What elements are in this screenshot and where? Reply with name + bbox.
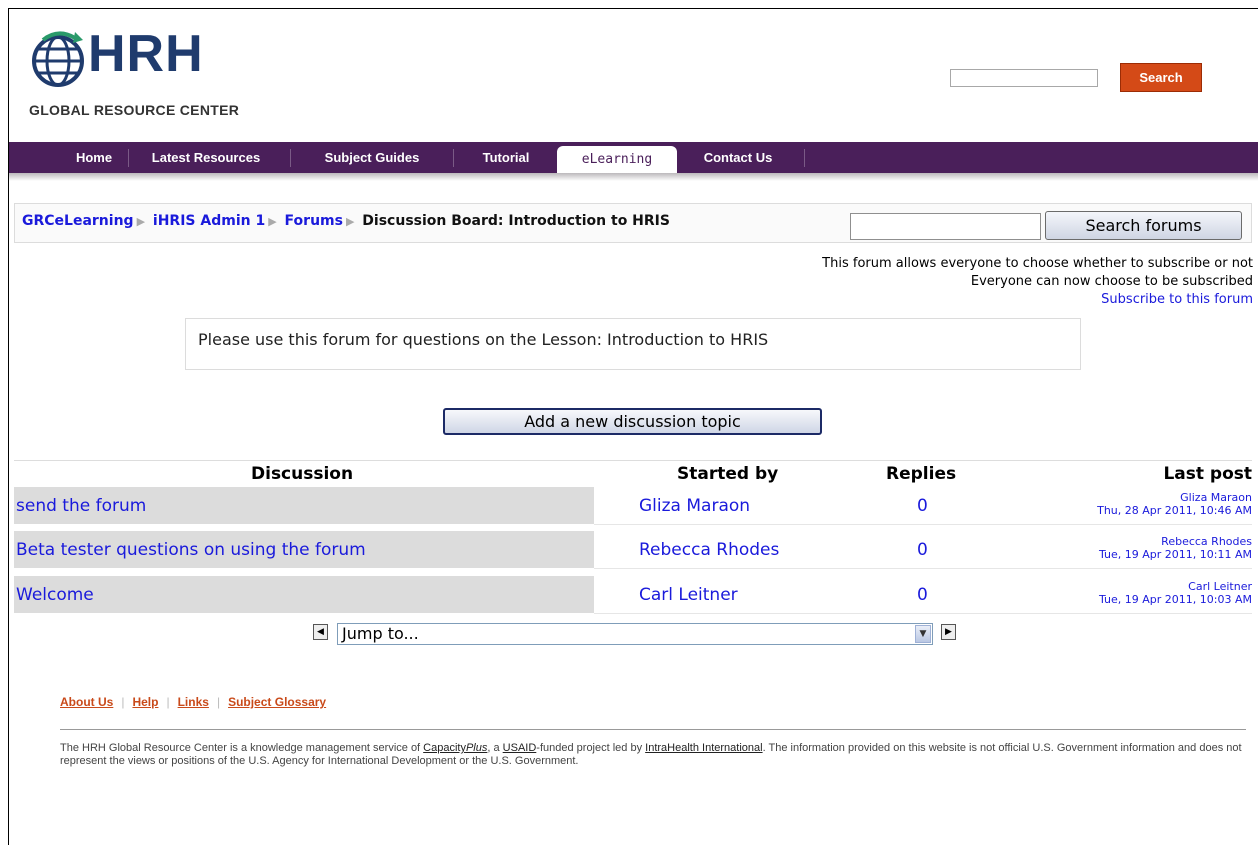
author-cell: Carl Leitner bbox=[594, 576, 864, 613]
header-last-post: Last post bbox=[1163, 464, 1252, 484]
footer-disclaimer: The HRH Global Resource Center is a know… bbox=[60, 742, 1250, 768]
nav-contact-us[interactable]: Contact Us bbox=[689, 142, 787, 173]
replies-link[interactable]: 0 bbox=[917, 540, 928, 560]
jump-to-selected: Jump to... bbox=[342, 624, 419, 643]
nav-divider bbox=[128, 149, 129, 167]
topic-link[interactable]: Welcome bbox=[16, 585, 94, 605]
footer-separator: | bbox=[121, 695, 125, 709]
row-divider bbox=[594, 524, 1252, 525]
table-row: send the forum Gliza Maraon 0 Gliza Mara… bbox=[14, 487, 1252, 524]
nav-tutorial[interactable]: Tutorial bbox=[463, 142, 549, 173]
author-link[interactable]: Gliza Maraon bbox=[639, 496, 750, 516]
nav-elearning[interactable]: eLearning bbox=[557, 146, 677, 173]
last-post-cell: Gliza Maraon Thu, 28 Apr 2011, 10:46 AM bbox=[972, 487, 1252, 524]
main-nav: Home Latest Resources Subject Guides Tut… bbox=[9, 142, 1258, 173]
nav-divider bbox=[290, 149, 291, 167]
footer-separator: | bbox=[216, 695, 221, 709]
breadcrumb-separator-icon: ▶ bbox=[345, 215, 355, 228]
capacityplus-link[interactable]: CapacityPlus bbox=[423, 742, 487, 754]
capacityplus-link-suffix: Plus bbox=[465, 742, 488, 754]
nav-latest-resources[interactable]: Latest Resources bbox=[133, 142, 279, 173]
topic-link[interactable]: Beta tester questions on using the forum bbox=[16, 540, 366, 560]
replies-link[interactable]: 0 bbox=[917, 496, 928, 516]
last-post-author[interactable]: Carl Leitner bbox=[972, 580, 1252, 593]
breadcrumb: GRCeLearning ▶ iHRIS Admin 1 ▶ Forums ▶ Dis… bbox=[22, 213, 670, 229]
replies-cell: 0 bbox=[864, 487, 964, 524]
footer-about-us[interactable]: About Us bbox=[60, 695, 113, 709]
footer-divider bbox=[60, 729, 1246, 730]
breadcrumb-current: Discussion Board: Introduction to HRIS bbox=[362, 213, 670, 229]
header-replies: Replies bbox=[886, 464, 957, 484]
last-post-cell: Carl Leitner Tue, 19 Apr 2011, 10:03 AM bbox=[972, 576, 1252, 613]
nav-home[interactable]: Home bbox=[69, 142, 119, 173]
topic-cell: Welcome bbox=[14, 576, 594, 613]
subscription-info: This forum allows everyone to choose whe… bbox=[822, 255, 1253, 309]
table-row: Welcome Carl Leitner 0 Carl Leitner Tue,… bbox=[14, 576, 1252, 613]
author-cell: Gliza Maraon bbox=[594, 487, 864, 524]
footer-links: About Us | Help | Links | Subject Glossary bbox=[60, 695, 326, 709]
replies-cell: 0 bbox=[864, 576, 964, 613]
subscribe-link[interactable]: Subscribe to this forum bbox=[822, 291, 1253, 309]
topic-cell: send the forum bbox=[14, 487, 594, 524]
intrahealth-link[interactable]: IntraHealth International bbox=[645, 742, 762, 754]
last-post-cell: Rebecca Rhodes Tue, 19 Apr 2011, 10:11 A… bbox=[972, 531, 1252, 568]
nav-shadow bbox=[9, 173, 1258, 181]
author-link[interactable]: Rebecca Rhodes bbox=[639, 540, 779, 560]
table-header: Discussion Started by Replies Last post bbox=[14, 460, 1252, 489]
capacityplus-link-text: Capacity bbox=[423, 742, 466, 754]
topic-link[interactable]: send the forum bbox=[16, 496, 146, 516]
footer-help[interactable]: Help bbox=[132, 695, 158, 709]
header-discussion: Discussion bbox=[251, 464, 354, 484]
next-icon[interactable]: ▶ bbox=[941, 624, 956, 640]
replies-cell: 0 bbox=[864, 531, 964, 568]
table-row: Beta tester questions on using the forum… bbox=[14, 531, 1252, 568]
logo-title: HRH bbox=[88, 25, 204, 83]
footer-separator: | bbox=[166, 695, 170, 709]
jump-to-select[interactable]: Jump to... ▼ bbox=[337, 623, 933, 645]
chevron-down-icon[interactable]: ▼ bbox=[915, 625, 931, 643]
add-discussion-topic-button[interactable]: Add a new discussion topic bbox=[443, 408, 822, 435]
previous-icon[interactable]: ◀ bbox=[313, 624, 328, 640]
last-post-date[interactable]: Tue, 19 Apr 2011, 10:11 AM bbox=[972, 548, 1252, 561]
subscription-policy: This forum allows everyone to choose whe… bbox=[822, 256, 1253, 271]
breadcrumb-separator-icon: ▶ bbox=[136, 215, 146, 228]
site-search-button[interactable]: Search bbox=[1120, 63, 1202, 92]
usaid-link[interactable]: USAID bbox=[503, 742, 537, 754]
globe-icon bbox=[32, 31, 84, 87]
footer-subject-glossary[interactable]: Subject Glossary bbox=[228, 695, 326, 709]
row-divider bbox=[594, 613, 1252, 614]
header-started-by: Started by bbox=[677, 464, 779, 484]
logo-subtitle: GLOBAL RESOURCE CENTER bbox=[29, 102, 240, 118]
last-post-date[interactable]: Tue, 19 Apr 2011, 10:03 AM bbox=[972, 593, 1252, 606]
footer-text: -funded project led by bbox=[536, 742, 646, 754]
forum-intro-text: Please use this forum for questions on t… bbox=[198, 330, 769, 349]
breadcrumb-separator-icon: ▶ bbox=[268, 215, 277, 228]
last-post-author[interactable]: Rebecca Rhodes bbox=[972, 535, 1252, 548]
replies-link[interactable]: 0 bbox=[917, 585, 928, 605]
breadcrumb-forums[interactable]: Forums bbox=[285, 213, 343, 229]
footer-text: The HRH Global Resource Center is a know… bbox=[60, 742, 424, 754]
breadcrumb-grcelearning[interactable]: GRCeLearning bbox=[22, 213, 134, 229]
topic-cell: Beta tester questions on using the forum bbox=[14, 531, 594, 568]
site-search-input[interactable] bbox=[950, 69, 1098, 87]
footer-links-link[interactable]: Links bbox=[178, 695, 209, 709]
row-divider bbox=[594, 568, 1252, 569]
forum-search-input[interactable] bbox=[850, 213, 1041, 240]
breadcrumb-ihris-admin[interactable]: iHRIS Admin 1 bbox=[153, 213, 265, 229]
nav-divider bbox=[804, 149, 805, 167]
nav-subject-guides[interactable]: Subject Guides bbox=[301, 142, 443, 173]
last-post-author[interactable]: Gliza Maraon bbox=[972, 491, 1252, 504]
search-forums-button[interactable]: Search forums bbox=[1045, 211, 1242, 240]
author-cell: Rebecca Rhodes bbox=[594, 531, 864, 568]
author-link[interactable]: Carl Leitner bbox=[639, 585, 738, 605]
site-logo[interactable]: HRH GLOBAL RESOURCE CENTER bbox=[25, 18, 255, 128]
last-post-date[interactable]: Thu, 28 Apr 2011, 10:46 AM bbox=[972, 504, 1252, 517]
subscription-status: Everyone can now choose to be subscribed bbox=[970, 274, 1253, 289]
footer-text: , a bbox=[487, 742, 503, 754]
nav-divider bbox=[453, 149, 454, 167]
